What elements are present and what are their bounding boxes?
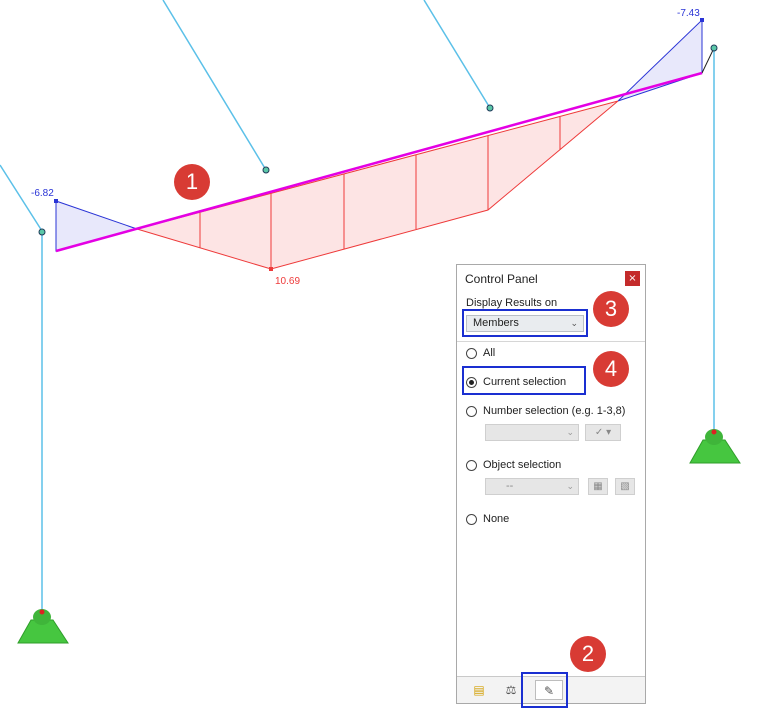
radio-current-selection[interactable]: Current selection: [466, 374, 566, 390]
radio-object-selection-label: Object selection: [483, 459, 562, 471]
node-left: [38, 228, 46, 236]
radio-button[interactable]: [466, 513, 477, 525]
cable-mid-right: [423, 0, 491, 109]
tab-filter[interactable]: ✎: [535, 680, 563, 700]
radio-button[interactable]: [466, 405, 477, 417]
cable-mid-left: [162, 0, 267, 171]
radio-button[interactable]: [466, 347, 477, 359]
result-closing-right: [701, 47, 715, 74]
radio-number-selection-label: Number selection (e.g. 1-3,8): [483, 405, 626, 417]
select-objects-alt-icon: ▧: [620, 481, 630, 492]
marker-1: 1: [174, 164, 210, 200]
radio-none-label: None: [483, 513, 510, 525]
radio-none[interactable]: None: [466, 511, 509, 527]
extreme-marker-left: [54, 199, 58, 203]
chevron-down-icon: ⌄: [570, 318, 578, 328]
radio-current-selection-label: Current selection: [483, 376, 567, 388]
result-negative-left: [55, 200, 139, 252]
number-selection-input[interactable]: ⌄: [485, 424, 579, 441]
marker-2: 2: [570, 636, 606, 672]
result-negative-right: [617, 18, 703, 102]
radio-all-label: All: [483, 347, 496, 359]
panel-tab-bar: ▤ ⚖ ✎: [457, 676, 645, 703]
select-objects-button[interactable]: ▦: [588, 478, 608, 495]
object-selection-combo[interactable]: -- ⌄: [485, 478, 579, 495]
chevron-down-icon: ⌄: [566, 427, 574, 437]
display-results-dropdown[interactable]: Members ⌄: [466, 315, 584, 332]
node-mid-right: [486, 104, 494, 112]
value-label-right: -7.43: [677, 8, 700, 19]
radio-number-selection[interactable]: Number selection (e.g. 1-3,8): [466, 403, 625, 419]
apply-check-button[interactable]: ✓ ▾: [585, 424, 621, 441]
panel-title: Control Panel: [465, 272, 538, 286]
balance-icon: ⚖: [505, 683, 517, 697]
structural-model-view: -6.82 -7.43 10.69: [0, 0, 741, 644]
support-right: [689, 429, 741, 464]
radio-button[interactable]: [466, 459, 477, 471]
dropdown-value: Members: [473, 317, 519, 329]
radio-object-selection[interactable]: Object selection: [466, 457, 561, 473]
color-scale-icon: ▤: [473, 683, 485, 697]
display-results-label: Display Results on: [466, 297, 558, 309]
marker-4: 4: [593, 351, 629, 387]
radio-all[interactable]: All: [466, 345, 495, 361]
filter-member-icon: ✎: [543, 684, 555, 698]
value-label-left: -6.82: [31, 188, 54, 199]
select-objects-alt-button[interactable]: ▧: [615, 478, 635, 495]
extreme-marker-right: [700, 18, 704, 22]
marker-3: 3: [593, 291, 629, 327]
radio-button-checked[interactable]: [466, 376, 477, 388]
value-label-bottom: 10.69: [275, 276, 300, 287]
control-panel: Control Panel × Display Results on Membe…: [456, 264, 646, 704]
tab-color-scale[interactable]: ▤: [465, 680, 493, 700]
support-left: [17, 609, 69, 644]
divider: [457, 341, 645, 342]
node-right: [710, 44, 718, 52]
object-selection-value: --: [506, 480, 514, 492]
check-icon: ✓ ▾: [594, 427, 612, 438]
chevron-down-icon: ⌄: [566, 481, 574, 491]
select-objects-icon: ▦: [593, 481, 603, 492]
close-button[interactable]: ×: [625, 271, 640, 286]
tab-factors[interactable]: ⚖: [497, 680, 525, 700]
extreme-marker-bottom: [269, 267, 273, 271]
node-mid-left: [262, 166, 270, 174]
